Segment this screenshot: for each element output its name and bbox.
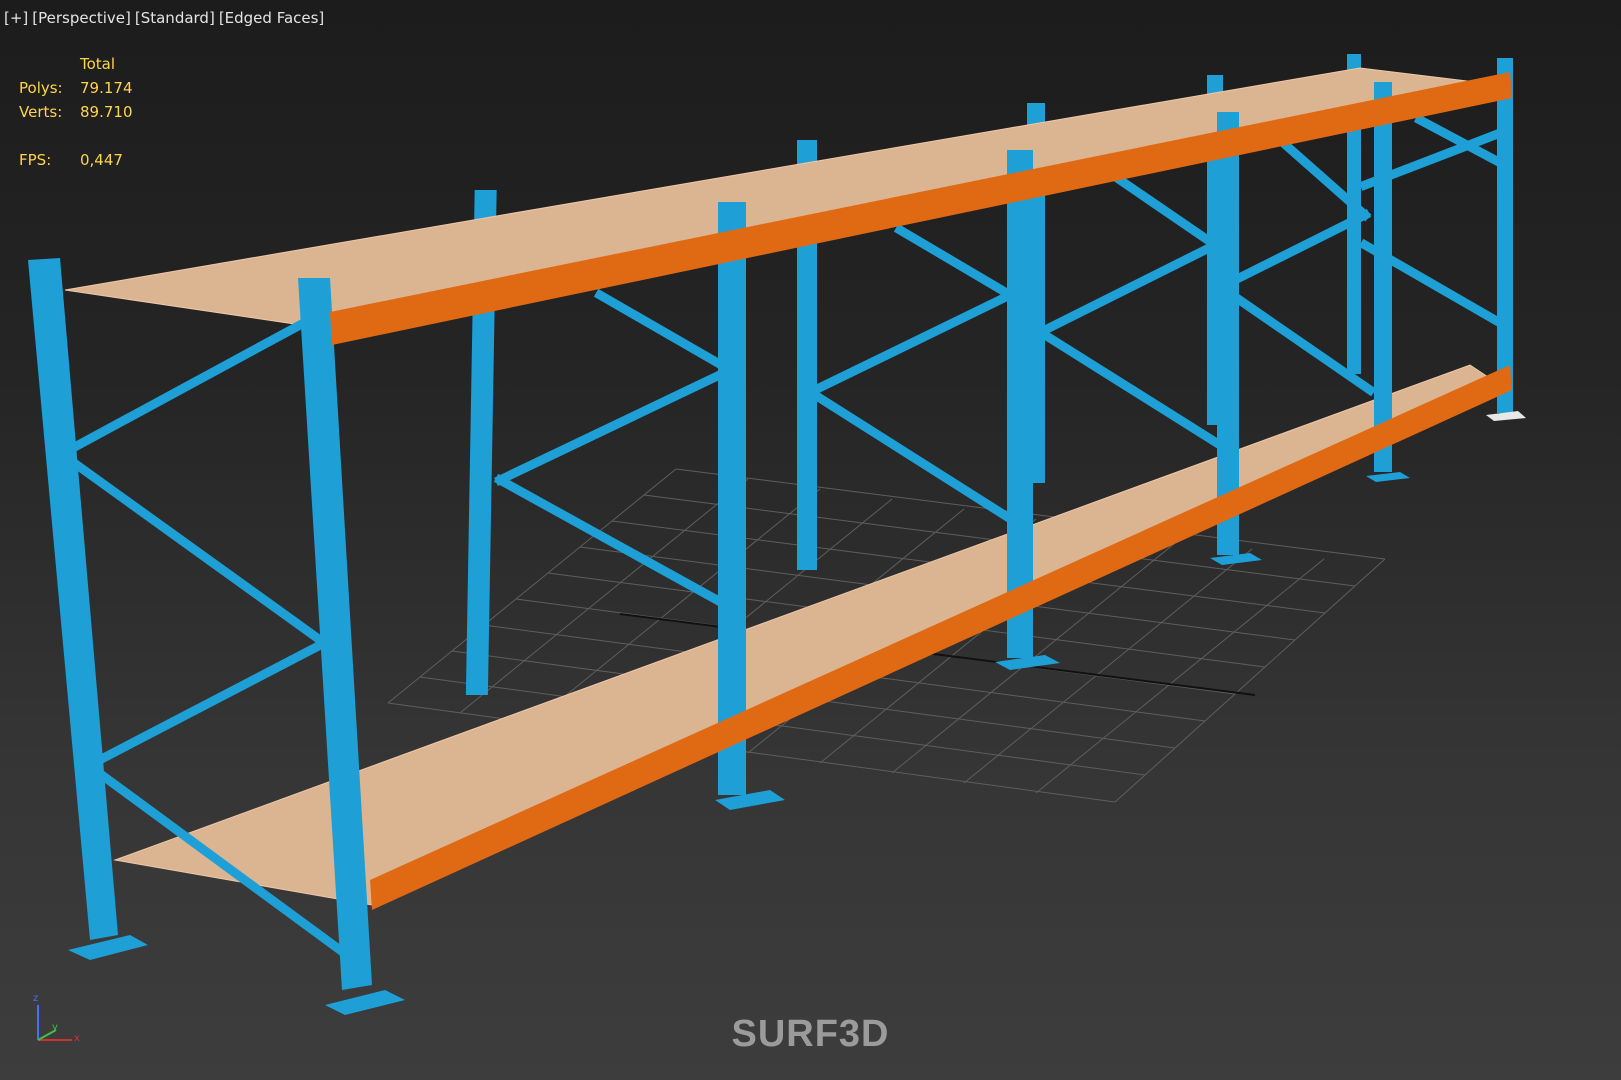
scene-canvas[interactable] [0, 0, 1621, 1080]
3d-viewport[interactable]: [+] [Perspective] [Standard] [Edged Face… [0, 0, 1621, 1080]
fps-label: FPS: [19, 151, 52, 169]
verts-value: 89.710 [80, 103, 133, 121]
watermark-logo: SURF3D [731, 1013, 890, 1055]
viewport-shading-standard-menu[interactable]: [Standard] [135, 9, 215, 27]
upper-deck [64, 67, 1501, 331]
verts-label: Verts: [19, 103, 63, 121]
viewport-plus-menu[interactable]: [+] [4, 9, 28, 27]
upper-beam [330, 72, 1512, 345]
axis-z-label: z [33, 993, 39, 1004]
lower-beam [370, 365, 1512, 910]
fps-value: 0,447 [80, 151, 123, 169]
viewport-statistics: Total Polys: 79.174 Verts: 89.710 FPS: 0… [19, 52, 133, 172]
stats-header: Total [80, 55, 116, 73]
viewport-point-of-view-menu[interactable]: [Perspective] [32, 9, 131, 27]
polys-label: Polys: [19, 79, 63, 97]
viewport-label-menu: [+] [Perspective] [Standard] [Edged Face… [4, 9, 324, 27]
viewport-display-mode-menu[interactable]: [Edged Faces] [219, 9, 324, 27]
polys-value: 79.174 [80, 79, 133, 97]
